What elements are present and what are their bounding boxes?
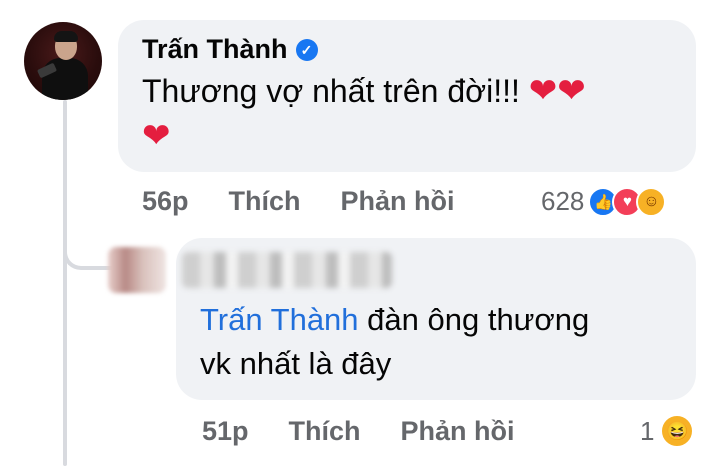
reply-actions: 51p Thích Phản hồi	[202, 416, 555, 447]
thread-line	[63, 100, 67, 466]
comment-text: Thương vợ nhất trên đời!!! ❤❤ ❤	[142, 69, 672, 159]
reply-message-line2: vk nhất là đây	[200, 346, 392, 381]
heart-icon: ❤	[142, 117, 171, 155]
mention-link[interactable]: Trấn Thành	[200, 302, 359, 337]
reaction-summary[interactable]: 628 👍 ♥ ☺	[541, 186, 667, 217]
avatar[interactable]	[24, 22, 102, 100]
comment-actions: 56p Thích Phản hồi	[142, 186, 495, 217]
care-icon: ☺	[636, 186, 667, 217]
reply-button[interactable]: Phản hồi	[341, 186, 455, 217]
like-button[interactable]: Thích	[229, 186, 301, 217]
reply-time[interactable]: 51p	[202, 416, 249, 447]
heart-icon: ❤	[557, 72, 586, 110]
verified-badge-icon: ✓	[295, 38, 318, 61]
reply-reaction-summary[interactable]: 1 😆	[640, 414, 695, 448]
avatar-hair	[54, 31, 78, 42]
comment-bubble: Trấn Thành ✓ Thương vợ nhất trên đời!!! …	[118, 20, 696, 172]
reply-like-button[interactable]: Thích	[289, 416, 361, 447]
reply-message-line1: đàn ông thương	[358, 302, 590, 337]
reply-avatar[interactable]	[108, 247, 166, 293]
reply-reaction-count: 1	[640, 415, 655, 446]
reply-author-blurred[interactable]	[182, 252, 392, 288]
reply-text: Trấn Thành đàn ông thương vk nhất là đây	[200, 298, 672, 386]
comment-author[interactable]: Trấn Thành	[142, 34, 288, 65]
heart-icon: ❤	[528, 72, 558, 110]
reply-reply-button[interactable]: Phản hồi	[401, 416, 515, 447]
comment-message: Thương vợ nhất trên đời!!!	[142, 73, 520, 109]
thread-connector	[63, 246, 113, 270]
haha-icon: 😆	[660, 414, 695, 448]
author-row: Trấn Thành ✓	[142, 34, 672, 65]
reaction-count: 628	[541, 186, 585, 216]
comment-time[interactable]: 56p	[142, 186, 189, 217]
